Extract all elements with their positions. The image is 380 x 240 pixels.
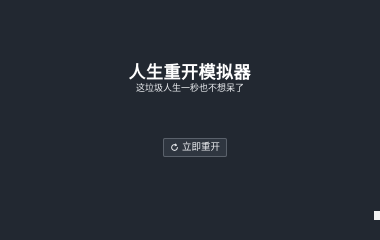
restart-button-label: 立即重开 — [181, 142, 220, 153]
corner-scrollbar-thumb — [374, 211, 380, 220]
refresh-icon — [170, 143, 179, 152]
main-screen: 人生重开模拟器 这垃圾人生一秒也不想呆了 立即重开 — [0, 0, 380, 220]
restart-button[interactable]: 立即重开 — [163, 138, 227, 157]
page-subtitle: 这垃圾人生一秒也不想呆了 — [135, 84, 244, 94]
page-title: 人生重开模拟器 — [128, 63, 252, 83]
